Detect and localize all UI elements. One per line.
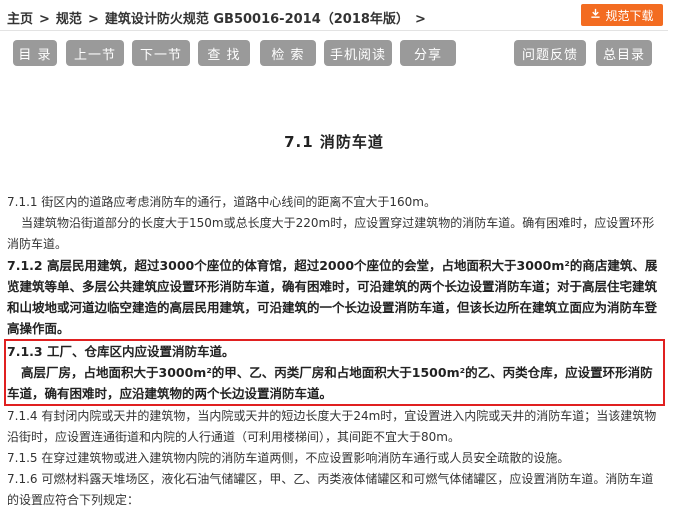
clause-text: 7.1.2 高层民用建筑，超过3000个座位的体育馆，超过2000个座位的会堂，… xyxy=(7,258,658,336)
clause-7-1-6: 7.1.6 可燃材料露天堆场区，液化石油气储罐区，甲、乙、丙类液体储罐区和可燃气… xyxy=(7,469,662,511)
clause-7-1-1: 7.1.1 街区内的道路应考虑消防车的通行，道路中心线间的距离不宜大于160m。… xyxy=(7,192,662,255)
share-button[interactable]: 分享 xyxy=(400,40,456,66)
clause-heading: 7.1.3 工厂、仓库区内应设置消防车道。 xyxy=(7,344,235,359)
clause-text: 7.1.4 有封闭内院或天井的建筑物，当内院或天井的短边长度大于24m时，宜设置… xyxy=(7,409,657,444)
clause-7-1-4: 7.1.4 有封闭内院或天井的建筑物，当内院或天井的短边长度大于24m时，宜设置… xyxy=(7,406,662,448)
breadcrumb: 主页 > 规范 > 建筑设计防火规范 GB50016-2014（2018年版） > xyxy=(7,8,432,27)
download-button-label: 规范下载 xyxy=(605,8,654,23)
clause-7-1-5: 7.1.5 在穿过建筑物或进入建筑物内院的消防车道两侧，不应设置影响消防车通行或… xyxy=(7,448,662,469)
breadcrumb-separator: > xyxy=(39,12,50,27)
download-norm-button[interactable]: 规范下载 xyxy=(581,4,663,26)
breadcrumb-norms-link[interactable]: 规范 xyxy=(56,12,82,27)
main-toc-button[interactable]: 总目录 xyxy=(596,40,652,66)
section-content: 7.1.1 街区内的道路应考虑消防车的通行，道路中心线间的距离不宜大于160m。… xyxy=(4,192,665,511)
clause-7-1-2: 7.1.2 高层民用建筑，超过3000个座位的体育馆，超过2000个座位的会堂，… xyxy=(7,255,662,339)
clause-7-1-3: 7.1.3 工厂、仓库区内应设置消防车道。 高层厂房，占地面积大于3000m²的… xyxy=(7,341,663,404)
find-button[interactable]: 查 找 xyxy=(198,40,250,66)
clause-text: 7.1.1 街区内的道路应考虑消防车的通行，道路中心线间的距离不宜大于160m。 xyxy=(7,195,436,209)
clause-text: 7.1.5 在穿过建筑物或进入建筑物内院的消防车道两侧，不应设置影响消防车通行或… xyxy=(7,451,570,465)
feedback-button[interactable]: 问题反馈 xyxy=(514,40,586,66)
breadcrumb-home-link[interactable]: 主页 xyxy=(7,12,33,27)
mobile-read-button[interactable]: 手机阅读 xyxy=(324,40,392,66)
toolbar: 目 录 上一节 下一节 查 找 检 索 手机阅读 分享 问题反馈 总目录 xyxy=(0,40,686,66)
clause-text: 7.1.6 可燃材料露天堆场区，液化石油气储罐区，甲、乙、丙类液体储罐区和可燃气… xyxy=(7,472,654,507)
toc-button[interactable]: 目 录 xyxy=(13,40,57,66)
section-title: 7.1 消防车道 xyxy=(284,133,384,151)
breadcrumb-separator: > xyxy=(87,12,99,27)
download-icon xyxy=(590,8,601,22)
search-button[interactable]: 检 索 xyxy=(260,40,316,66)
breadcrumb-separator: > xyxy=(414,12,426,27)
prev-section-button[interactable]: 上一节 xyxy=(66,40,124,66)
header-divider xyxy=(0,30,668,31)
highlighted-clause-box: 7.1.3 工厂、仓库区内应设置消防车道。 高层厂房，占地面积大于3000m²的… xyxy=(4,339,665,406)
clause-text: 当建筑物沿街道部分的长度大于150m或总长度大于220m时，应设置穿过建筑物的消… xyxy=(7,216,655,251)
next-section-button[interactable]: 下一节 xyxy=(132,40,190,66)
breadcrumb-current-doc-link[interactable]: 建筑设计防火规范 GB50016-2014（2018年版） xyxy=(105,12,409,27)
clause-text: 高层厂房，占地面积大于3000m²的甲、乙、丙类厂房和占地面积大于1500m²的… xyxy=(7,365,653,401)
